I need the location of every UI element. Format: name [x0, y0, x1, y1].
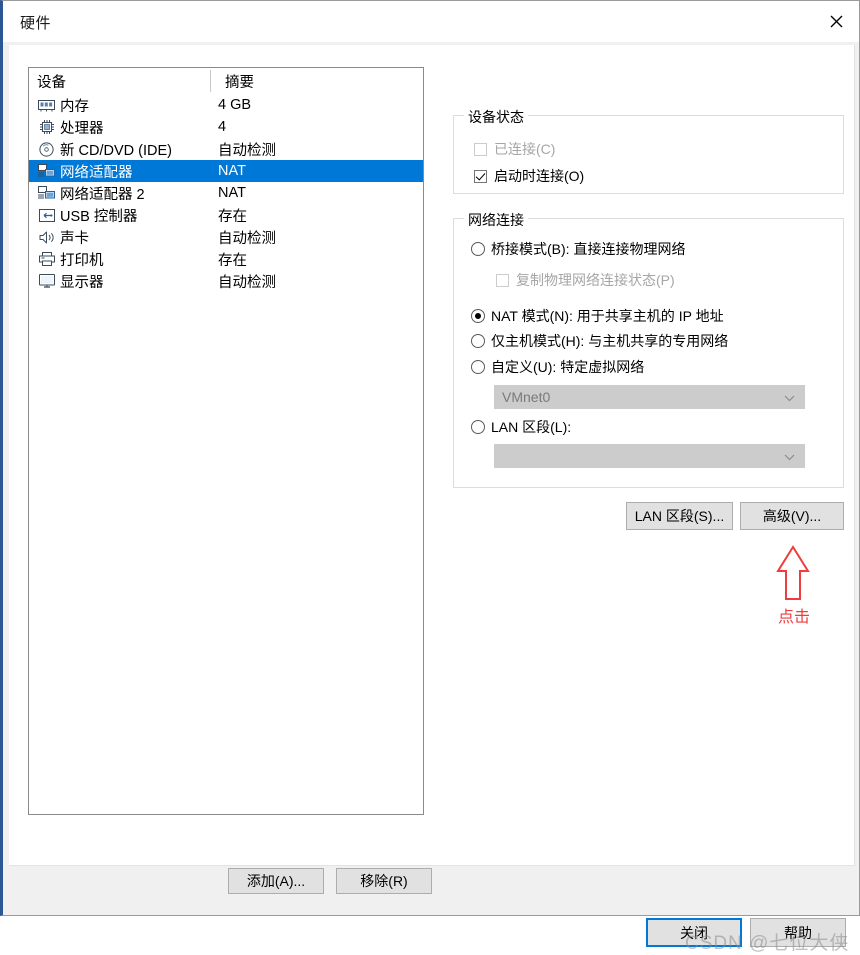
- device-summary-cell: NAT: [218, 163, 246, 179]
- checkbox-connected-label: 已连接(C): [494, 141, 556, 157]
- close-icon[interactable]: [813, 1, 859, 41]
- device-label: 显示器: [60, 274, 104, 291]
- radio-custom[interactable]: 自定义(U): 特定虚拟网络: [471, 357, 644, 377]
- device-label: 内存: [60, 98, 89, 115]
- radio-host-only-circle[interactable]: [471, 334, 485, 348]
- up-arrow-icon: [773, 545, 813, 601]
- footer-divider: [3, 865, 859, 866]
- device-row-7[interactable]: 打印机 存在: [29, 248, 423, 270]
- network-icon: [37, 185, 56, 201]
- network-connection-group: 网络连接 桥接模式(B): 直接连接物理网络 复制物理网络连接状态(P) NAT…: [453, 210, 844, 488]
- device-name-cell: 网络适配器 2: [29, 183, 210, 204]
- lan-segments-button[interactable]: LAN 区段(S)...: [626, 502, 733, 530]
- annotation-label: 点击: [778, 609, 811, 626]
- checkbox-replicate-physical-state-label: 复制物理网络连接状态(P): [516, 272, 675, 288]
- device-row-3[interactable]: 网络适配器 NAT: [29, 160, 423, 182]
- device-label: 网络适配器 2: [60, 186, 145, 203]
- hardware-panel: 设备 摘要 内存 4 GB 处理器 4 新 CD/DVD (IDE) 自动检测 网络适配器 N…: [9, 45, 855, 894]
- display-icon: [37, 273, 56, 289]
- device-summary-cell: 自动检测: [218, 274, 276, 291]
- help-button[interactable]: 帮助: [750, 918, 846, 947]
- chevron-down-icon: [784, 389, 795, 405]
- column-divider: [210, 70, 211, 92]
- radio-nat-label: NAT 模式(N): 用于共享主机的 IP 地址: [491, 308, 724, 324]
- checkbox-connect-at-power-on-box[interactable]: [474, 169, 487, 183]
- device-label: 处理器: [60, 120, 104, 137]
- radio-host-only-label: 仅主机模式(H): 与主机共享的专用网络: [491, 333, 729, 349]
- device-list[interactable]: 设备 摘要 内存 4 GB 处理器 4 新 CD/DVD (IDE) 自动检测 网络适配器 N…: [28, 67, 424, 815]
- column-header-device: 设备: [37, 74, 66, 91]
- device-summary-cell: NAT: [218, 185, 246, 201]
- network-icon: [37, 163, 56, 179]
- page-title: 硬件: [20, 15, 52, 32]
- device-name-cell: 打印机: [29, 249, 210, 270]
- device-row-2[interactable]: 新 CD/DVD (IDE) 自动检测: [29, 138, 423, 160]
- radio-bridged-label: 桥接模式(B): 直接连接物理网络: [491, 241, 686, 257]
- radio-lan-segment[interactable]: LAN 区段(L):: [471, 417, 571, 437]
- chevron-down-icon: [784, 448, 795, 464]
- printer-icon: [37, 251, 56, 267]
- device-name-cell: 网络适配器: [29, 161, 210, 182]
- radio-bridged-circle[interactable]: [471, 242, 485, 256]
- device-rows: 内存 4 GB 处理器 4 新 CD/DVD (IDE) 自动检测 网络适配器 NAT 网络适配…: [29, 94, 423, 292]
- device-row-4[interactable]: 网络适配器 2 NAT: [29, 182, 423, 204]
- device-label: 声卡: [60, 230, 89, 247]
- device-summary-cell: 4 GB: [218, 97, 252, 113]
- device-label: 新 CD/DVD (IDE): [60, 142, 172, 159]
- checkbox-connect-at-power-on-label: 启动时连接(O): [494, 168, 585, 184]
- radio-nat-circle[interactable]: [471, 309, 485, 323]
- device-summary-cell: 存在: [218, 252, 247, 269]
- title-bar: 硬件: [3, 1, 859, 43]
- device-name-cell: 声卡: [29, 227, 210, 248]
- memory-icon: [37, 97, 56, 113]
- radio-host-only[interactable]: 仅主机模式(H): 与主机共享的专用网络: [471, 331, 728, 351]
- device-name-cell: 显示器: [29, 271, 210, 292]
- close-button[interactable]: 关闭: [646, 918, 742, 947]
- disc-icon: [37, 141, 56, 157]
- dialog-content: 设备 摘要 内存 4 GB 处理器 4 新 CD/DVD (IDE) 自动检测 网络适配器 N…: [3, 42, 859, 954]
- device-summary-cell: 存在: [218, 208, 247, 225]
- checkbox-connected[interactable]: 已连接(C): [474, 139, 555, 159]
- cpu-icon: [37, 119, 56, 135]
- device-name-cell: 新 CD/DVD (IDE): [29, 139, 210, 160]
- device-summary-cell: 4: [218, 119, 227, 135]
- device-name-cell: 处理器: [29, 117, 210, 138]
- column-header-summary: 摘要: [225, 74, 254, 91]
- device-summary-cell: 自动检测: [218, 230, 276, 247]
- device-name-cell: USB 控制器: [29, 205, 210, 226]
- network-connection-title: 网络连接: [464, 210, 528, 230]
- usb-icon: [37, 207, 56, 223]
- device-row-6[interactable]: 声卡 自动检测: [29, 226, 423, 248]
- checkbox-connect-at-power-on[interactable]: 启动时连接(O): [474, 166, 584, 186]
- device-list-header: 设备 摘要: [29, 68, 423, 94]
- device-label: USB 控制器: [60, 208, 138, 225]
- remove-device-button[interactable]: 移除(R): [336, 868, 432, 894]
- device-label: 打印机: [60, 252, 104, 269]
- sound-icon: [37, 229, 56, 245]
- advanced-button[interactable]: 高级(V)...: [740, 502, 844, 530]
- lan-segment-dropdown[interactable]: [494, 444, 805, 468]
- device-row-1[interactable]: 处理器 4: [29, 116, 423, 138]
- add-device-button[interactable]: 添加(A)...: [228, 868, 324, 894]
- device-label: 网络适配器: [60, 164, 133, 181]
- hardware-dialog-window: 硬件 设备 摘要 内存 4 GB 处理器 4 新 CD/DVD (IDE) 自动检测 网络适…: [0, 0, 860, 954]
- radio-bridged[interactable]: 桥接模式(B): 直接连接物理网络: [471, 239, 685, 259]
- checkbox-replicate-physical-state[interactable]: 复制物理网络连接状态(P): [496, 270, 675, 290]
- checkbox-connected-box[interactable]: [474, 142, 487, 156]
- checkbox-replicate-physical-state-box[interactable]: [496, 273, 509, 287]
- radio-nat[interactable]: NAT 模式(N): 用于共享主机的 IP 地址: [471, 306, 724, 326]
- device-status-title: 设备状态: [464, 107, 528, 127]
- device-summary-cell: 自动检测: [218, 142, 276, 159]
- device-row-8[interactable]: 显示器 自动检测: [29, 270, 423, 292]
- radio-custom-circle[interactable]: [471, 360, 485, 374]
- device-row-0[interactable]: 内存 4 GB: [29, 94, 423, 116]
- custom-network-dropdown[interactable]: VMnet0: [494, 385, 805, 409]
- custom-network-dropdown-value: VMnet0: [502, 389, 551, 405]
- device-status-group: 设备状态 已连接(C) 启动时连接(O): [453, 107, 844, 194]
- radio-lan-segment-label: LAN 区段(L):: [491, 419, 572, 435]
- radio-lan-segment-circle[interactable]: [471, 420, 485, 434]
- radio-custom-label: 自定义(U): 特定虚拟网络: [491, 359, 645, 375]
- device-name-cell: 内存: [29, 95, 210, 116]
- device-row-5[interactable]: USB 控制器 存在: [29, 204, 423, 226]
